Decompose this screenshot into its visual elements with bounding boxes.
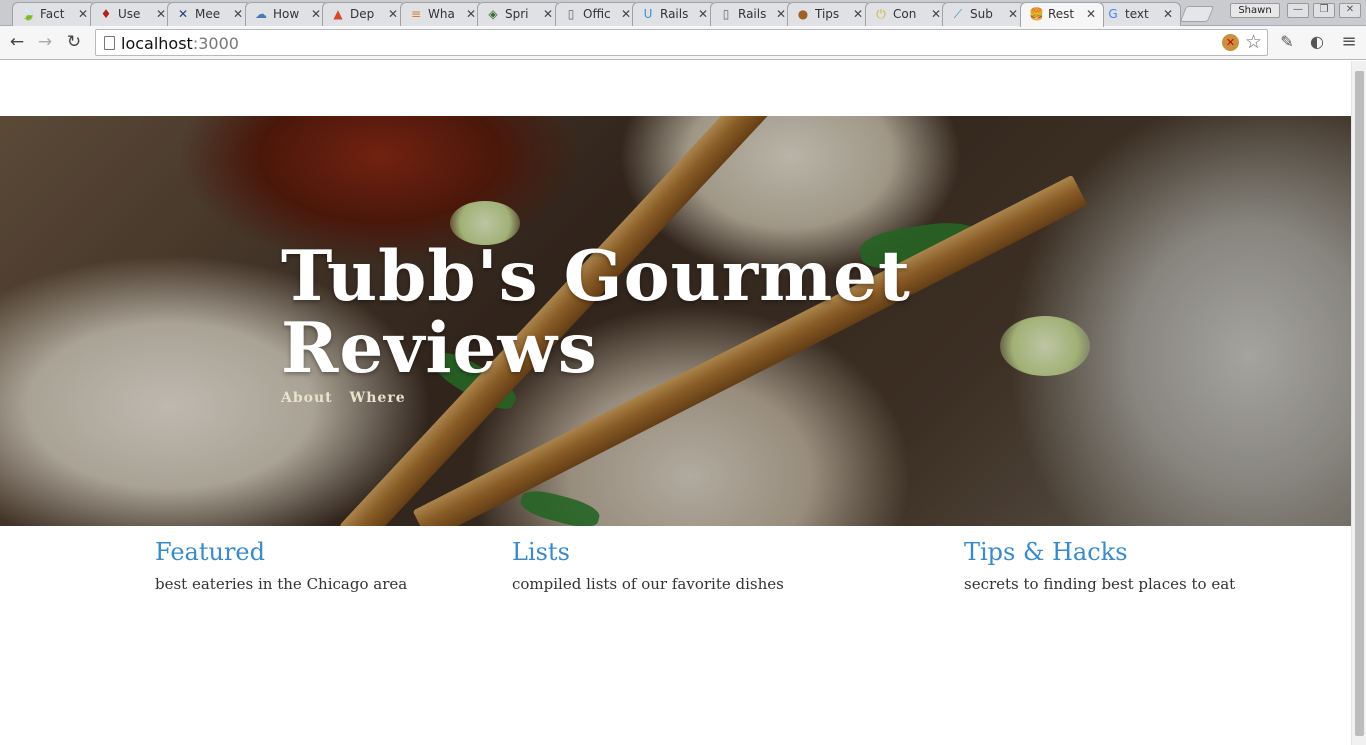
back-arrow-icon[interactable]: ← xyxy=(6,31,28,53)
cloud-icon: ☁ xyxy=(255,7,267,21)
tab-close-icon[interactable]: ✕ xyxy=(853,7,863,21)
tab-title: Fact xyxy=(40,7,65,21)
nav-link-where[interactable]: Where xyxy=(350,390,406,406)
tab-close-icon[interactable]: ✕ xyxy=(311,7,321,21)
featured-section: Featured best eateries in the Chicago ar… xyxy=(155,536,407,594)
maximize-icon[interactable]: ❐ xyxy=(1313,3,1335,18)
url-text: localhost:3000 xyxy=(121,34,239,53)
scrollbar-thumb[interactable] xyxy=(1355,71,1364,736)
tab-title: Tips xyxy=(815,7,840,21)
minimize-icon[interactable]: — xyxy=(1287,3,1309,18)
new-tab-button[interactable] xyxy=(1179,6,1215,22)
tab-title: Con xyxy=(893,7,917,21)
tab-strip: Shawn — ❐ ✕ 🍃 Fact ✕ ♦ Use ✕ ✕ Mee ✕ ☁ How ✕ ▲ Dep ✕ ≡ W… xyxy=(0,0,1366,27)
forward-arrow-icon[interactable]: → xyxy=(34,31,56,53)
tips-heading[interactable]: Tips & Hacks xyxy=(964,536,1235,568)
tab-title: Spri xyxy=(505,7,529,21)
page-icon xyxy=(104,36,115,50)
page-scrollbar[interactable] xyxy=(1351,61,1366,745)
browser-toolbar: ← → ↻ localhost:3000 ✕ ☆ ✎ ◐ ≡ xyxy=(0,26,1366,60)
browser-tab[interactable]: ▯ Offic ✕ xyxy=(555,2,639,26)
lists-heading[interactable]: Lists xyxy=(512,536,784,568)
browser-tab[interactable]: ⏻ Con ✕ xyxy=(865,2,949,26)
tab-title: How xyxy=(273,7,300,21)
close-window-icon[interactable]: ✕ xyxy=(1339,3,1361,18)
bookmark-star-icon[interactable]: ☆ xyxy=(1245,31,1262,53)
spring-icon: ◈ xyxy=(488,7,498,21)
featured-heading[interactable]: Featured xyxy=(155,536,407,568)
tab-close-icon[interactable]: ✕ xyxy=(1163,7,1173,21)
site-title: Tubb's Gourmet Reviews xyxy=(281,236,911,389)
tab-title: Wha xyxy=(428,7,455,21)
tab-title: Offic xyxy=(583,7,611,21)
browser-tab[interactable]: U Rails ✕ xyxy=(632,2,716,26)
tab-close-icon[interactable]: ✕ xyxy=(233,7,243,21)
tips-description: secrets to finding best places to eat xyxy=(964,575,1236,593)
opera-extension-icon[interactable]: ◐ xyxy=(1306,31,1328,53)
blocked-cookie-icon[interactable]: ✕ xyxy=(1222,34,1239,51)
menu-icon[interactable]: ≡ xyxy=(1338,31,1360,53)
address-bar[interactable]: localhost:3000 ✕ ☆ xyxy=(95,29,1268,56)
tab-close-icon[interactable]: ✕ xyxy=(543,7,553,21)
sublime-icon: ⟋ xyxy=(953,7,963,21)
u-icon: U xyxy=(643,7,653,21)
tips-section: Tips & Hacks secrets to finding best pla… xyxy=(964,536,1235,594)
tab-title: Dep xyxy=(350,7,375,21)
tab-title: Sub xyxy=(970,7,993,21)
site-nav: About Where xyxy=(281,390,417,406)
browser-tab[interactable]: ◈ Spri ✕ xyxy=(477,2,561,26)
tab-title: Rest xyxy=(1048,7,1075,21)
cookie-icon: ● xyxy=(797,7,809,21)
browser-tab[interactable]: ● Tips ✕ xyxy=(787,2,871,26)
nav-link-about[interactable]: About xyxy=(281,390,333,406)
url-port: :3000 xyxy=(192,34,239,53)
tab-close-icon[interactable]: ✕ xyxy=(776,7,786,21)
tab-title: Mee xyxy=(195,7,221,21)
featured-description: best eateries in the Chicago area xyxy=(155,575,408,593)
browser-tab[interactable]: 🍃 Fact ✕ xyxy=(12,2,96,26)
browser-tab[interactable]: ≡ Wha ✕ xyxy=(400,2,484,26)
power-icon: ⏻ xyxy=(876,7,886,21)
tab-close-icon[interactable]: ✕ xyxy=(1008,7,1018,21)
lists-description: compiled lists of our favorite dishes xyxy=(512,575,784,593)
tab-close-icon[interactable]: ✕ xyxy=(1086,7,1096,21)
hero-banner: Tubb's Gourmet Reviews About Where xyxy=(0,116,1351,526)
tab-close-icon[interactable]: ✕ xyxy=(156,7,166,21)
ruby-icon: ♦ xyxy=(100,7,112,21)
browser-tab[interactable]: ⟋ Sub ✕ xyxy=(942,2,1026,26)
tab-close-icon[interactable]: ✕ xyxy=(931,7,941,21)
browser-tab[interactable]: ☁ How ✕ xyxy=(245,2,329,26)
browser-tab[interactable]: ✕ Mee ✕ xyxy=(167,2,251,26)
document-icon: ▯ xyxy=(567,7,575,21)
heroku-icon: ▲ xyxy=(333,7,343,21)
tab-title: Use xyxy=(118,7,141,21)
profile-button[interactable]: Shawn xyxy=(1230,3,1280,18)
reload-icon[interactable]: ↻ xyxy=(63,31,85,53)
browser-tab[interactable]: ▲ Dep ✕ xyxy=(322,2,406,26)
leaf-icon: 🍃 xyxy=(21,7,36,21)
tab-close-icon[interactable]: ✕ xyxy=(698,7,708,21)
browser-tab[interactable]: Gtext ✕ xyxy=(1097,2,1181,26)
tab-title: Rails xyxy=(660,7,689,21)
lists-section: Lists compiled lists of our favorite dis… xyxy=(512,536,784,594)
eyedropper-extension-icon[interactable]: ✎ xyxy=(1276,31,1298,53)
browser-tab[interactable]: 🍔 Rest ✕ xyxy=(1020,2,1104,27)
url-host: localhost xyxy=(121,34,193,53)
page-viewport: Tubb's Gourmet Reviews About Where Featu… xyxy=(0,61,1351,745)
stackoverflow-icon: ≡ xyxy=(410,7,422,21)
tab-close-icon[interactable]: ✕ xyxy=(466,7,476,21)
tab-title: Rails xyxy=(738,7,767,21)
meetup-icon: ✕ xyxy=(177,7,189,21)
tab-close-icon[interactable]: ✕ xyxy=(78,7,88,21)
google-icon: G xyxy=(1108,7,1118,21)
tab-close-icon[interactable]: ✕ xyxy=(388,7,398,21)
browser-tab[interactable]: ▯ Rails ✕ xyxy=(710,2,794,26)
browser-tab[interactable]: ♦ Use ✕ xyxy=(90,2,174,26)
burger-icon: 🍔 xyxy=(1029,7,1044,21)
tab-title: text xyxy=(1125,7,1149,21)
tab-close-icon[interactable]: ✕ xyxy=(621,7,631,21)
document-icon: ▯ xyxy=(722,7,730,21)
